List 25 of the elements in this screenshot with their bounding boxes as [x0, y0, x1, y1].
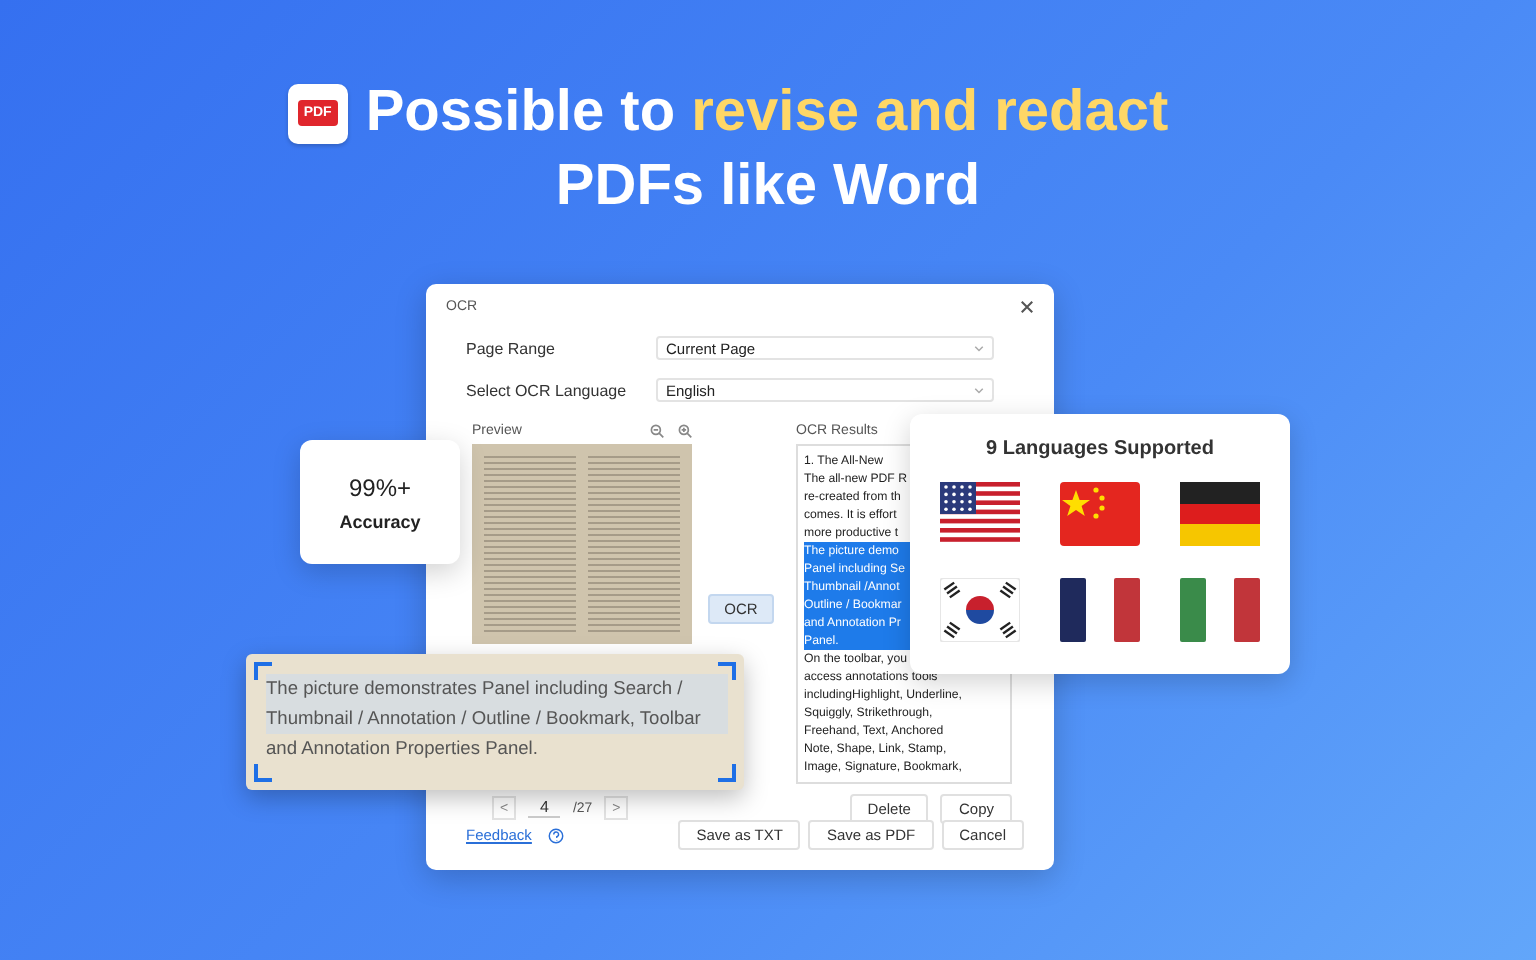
help-icon[interactable]	[547, 827, 564, 843]
caret-icon	[974, 387, 984, 393]
corner-bracket-icon	[254, 662, 274, 682]
korea-flag-icon	[940, 578, 1020, 642]
page-number-field[interactable]: 4	[528, 798, 561, 818]
headline: PDFs like Word	[555, 154, 981, 220]
corner-bracket-icon	[716, 762, 736, 782]
field-label: Page Range	[466, 339, 557, 357]
accuracy-label: Accuracy	[339, 511, 421, 531]
corner-bracket-icon	[254, 762, 274, 782]
zoom-out-icon[interactable]	[650, 423, 664, 437]
zoom-in-icon[interactable]	[678, 423, 692, 437]
us-flag-icon	[940, 482, 1020, 546]
china-flag-icon	[1060, 482, 1140, 546]
headline: Possible to revise and redact	[365, 80, 1169, 146]
field-label: Select OCR Language	[466, 381, 629, 399]
caret-icon	[974, 345, 984, 351]
germany-flag-icon	[1180, 482, 1260, 546]
italy-flag-icon	[1180, 578, 1260, 642]
france-flag-icon	[1060, 578, 1140, 642]
close-icon[interactable]	[1020, 299, 1034, 313]
accuracy-value: 99%+	[348, 473, 412, 501]
corner-bracket-icon	[716, 662, 736, 682]
languages-title: 9 Languages Supported	[986, 438, 1214, 460]
magnified-text: The picture demonstrates Panel including Search / Thumbnail / Annotation / Outline / Bookmark, Toolbar and Annotation Properties Panel.	[266, 674, 728, 764]
